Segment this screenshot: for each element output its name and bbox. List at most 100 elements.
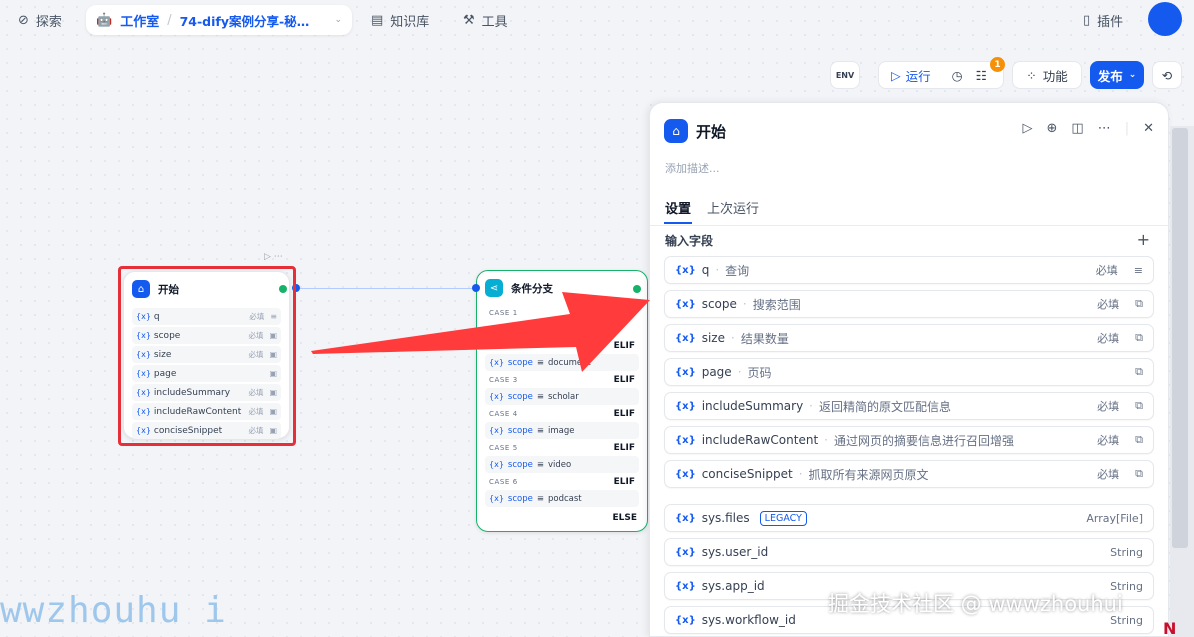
input-field-row[interactable]: {x} q · 查询 必填 ≡	[664, 256, 1154, 284]
condition-value: document	[547, 357, 591, 368]
system-field-row: {x} sys.files LEGACY Array[File]	[664, 504, 1154, 532]
app-name[interactable]: 74-dify案例分享-秘塔搜索	[180, 11, 320, 30]
watermark-left: wwzhouhu i	[0, 590, 227, 631]
nav-plugins[interactable]: ▯ 插件	[1083, 5, 1123, 35]
nav-studio[interactable]: 🤖 工作室 / 74-dify案例分享-秘塔搜索 ⌄	[86, 5, 352, 35]
nav-explore[interactable]: ⊘ 探索	[18, 5, 62, 35]
case-label: CASE 5 ELIF	[477, 442, 647, 454]
node-settings-panel: ⌂ 开始 ▷ ⊕ ◫ ⋯ | ✕ 添加描述... 设置 上次运行 输入字段 + …	[649, 102, 1170, 637]
variable-icon: {x}	[675, 580, 696, 592]
field-label: 返回精简的原文匹配信息	[819, 399, 952, 414]
case-type: ELIF	[613, 341, 635, 351]
system-field-name: sys.app_id	[701, 579, 765, 593]
tab-last-run[interactable]: 上次运行	[707, 198, 759, 217]
nav-knowledge[interactable]: ▤ 知识库	[371, 5, 429, 35]
chevron-down-icon[interactable]: ⌄	[334, 15, 342, 25]
condition-var: scope	[507, 459, 533, 470]
separator-dot: ·	[824, 433, 828, 447]
success-check-icon	[633, 285, 641, 293]
system-field-type: Array[File]	[1086, 511, 1143, 525]
run-button[interactable]: 运行	[906, 66, 931, 85]
if-node-input-handle[interactable]	[472, 284, 480, 292]
node-mini-toolbar[interactable]: ▷ ⋯	[264, 252, 283, 262]
legacy-badge: LEGACY	[759, 510, 807, 526]
required-label: 必填	[1097, 400, 1120, 413]
input-field-row[interactable]: {x} size · 结果数量 必填 ⧉	[664, 324, 1154, 352]
case-condition[interactable]: {x} scope ≡ video	[485, 456, 639, 473]
play-icon[interactable]: ▷	[1023, 121, 1033, 136]
system-field-row: {x} sys.user_id String	[664, 538, 1154, 566]
description-input[interactable]: 添加描述...	[665, 160, 720, 176]
field-name: q	[701, 263, 710, 277]
avatar[interactable]	[1148, 2, 1182, 36]
env-button[interactable]: ENV	[830, 61, 860, 89]
field-label: 搜索范围	[752, 297, 801, 312]
case-label: CASE 1 IF	[477, 307, 647, 319]
add-field-icon[interactable]: +	[1137, 230, 1150, 249]
case-type: ELIF	[613, 477, 635, 487]
field-type-icon: ⧉	[1135, 399, 1143, 412]
condition-value: video	[547, 459, 572, 470]
condition-var: scope	[507, 425, 533, 436]
panel-title[interactable]: 开始	[696, 121, 726, 142]
separator-dot: ·	[737, 365, 742, 379]
case-condition[interactable]: {x} scope ≡ document	[485, 354, 639, 371]
if-node-header: ⋖ 条件分支	[477, 271, 647, 305]
input-field-row[interactable]: {x} includeRawContent · 通过网页的摘要信息进行召回增强 必填 ⧉	[664, 426, 1154, 454]
panel-scrollbar-thumb[interactable]	[1172, 128, 1188, 548]
variable-icon: {x}	[489, 426, 504, 435]
system-field-name: sys.workflow_id	[701, 613, 796, 627]
required-label: 必填	[1097, 332, 1120, 345]
close-icon[interactable]: ✕	[1143, 121, 1154, 136]
split-view-icon[interactable]: ◫	[1071, 121, 1083, 136]
nav-tools[interactable]: ⚒ 工具	[463, 5, 508, 35]
field-type-icon: ⧉	[1135, 433, 1143, 446]
variable-icon: {x}	[675, 468, 696, 480]
variable-icon: {x}	[675, 546, 696, 558]
separator-dot: ·	[809, 399, 813, 413]
case-type: ELIF	[613, 375, 635, 385]
condition-value: scholar	[547, 391, 579, 402]
input-field-row[interactable]: {x} page · 页码 ⧉	[664, 358, 1154, 386]
field-label: 结果数量	[740, 331, 789, 346]
variable-icon: {x}	[675, 298, 696, 310]
contains-operator-icon: ≡	[536, 425, 544, 436]
if-else-node[interactable]: ⋖ 条件分支 CASE 1 IF CASE 2 ELIF {x} scope ≡ docume…	[476, 270, 648, 532]
variable-icon: {x}	[675, 332, 696, 344]
field-type-icon: ≡	[1133, 263, 1143, 277]
case-condition[interactable]: {x} scope ≡ scholar	[485, 388, 639, 405]
target-icon[interactable]: ⊕	[1047, 121, 1058, 136]
hammer-icon: ⚒	[463, 12, 475, 28]
case-type: ELIF	[613, 443, 635, 453]
version-history-button[interactable]: ⟲	[1152, 61, 1182, 89]
more-icon[interactable]: ⋯	[1098, 121, 1111, 136]
variable-icon: {x}	[675, 434, 696, 446]
variable-icon: {x}	[675, 400, 696, 412]
history-icon: ⟲	[1161, 67, 1173, 83]
field-name: includeRawContent	[701, 433, 819, 447]
input-field-row[interactable]: {x} includeSummary · 返回精简的原文匹配信息 必填 ⧉	[664, 392, 1154, 420]
compass-icon: ⊘	[18, 12, 29, 28]
checklist-icon[interactable]: ☷	[976, 68, 987, 83]
publish-button[interactable]: 发布 ⌄	[1090, 61, 1144, 89]
checklist-history-icon[interactable]: ◷	[952, 68, 963, 83]
required-label: 必填	[1095, 264, 1118, 277]
case-condition[interactable]: {x} scope ≡ image	[485, 422, 639, 439]
branch-icon: ⋖	[485, 279, 503, 297]
contains-operator-icon: ≡	[536, 493, 544, 504]
field-label: 抓取所有来源网页原文	[808, 467, 929, 482]
field-type-icon: ⧉	[1135, 297, 1143, 310]
field-label: 页码	[747, 365, 772, 380]
condition-var: scope	[507, 391, 533, 402]
condition-value: podcast	[547, 493, 582, 504]
run-toolbar-group: ▷ 运行 ◷ ☷	[878, 61, 1004, 89]
divider: |	[1124, 121, 1130, 136]
input-field-row[interactable]: {x} conciseSnippet · 抓取所有来源网页原文 必填 ⧉	[664, 460, 1154, 488]
features-button[interactable]: ⁘ 功能	[1012, 61, 1082, 89]
case-condition[interactable]: {x} scope ≡ podcast	[485, 490, 639, 507]
case-number: CASE 3	[489, 376, 518, 384]
tab-settings[interactable]: 设置	[665, 198, 691, 217]
home-icon: ⌂	[664, 119, 688, 143]
case-number: CASE 1	[489, 309, 518, 317]
input-field-row[interactable]: {x} scope · 搜索范围 必填 ⧉	[664, 290, 1154, 318]
